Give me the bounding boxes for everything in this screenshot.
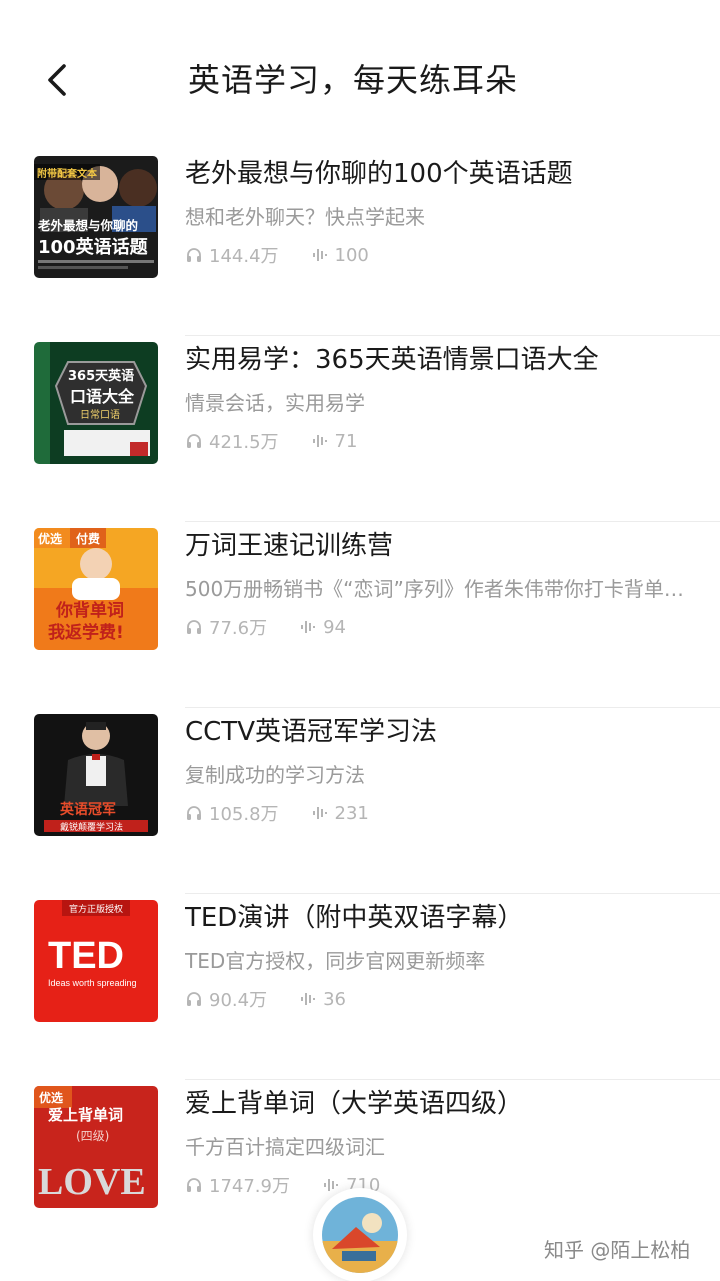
svg-text:LOVE: LOVE [38, 1161, 146, 1203]
audio-wave-icon [323, 1179, 338, 1191]
svg-text:口语大全: 口语大全 [70, 387, 135, 406]
item-title: 爱上背单词（大学英语四级） [185, 1089, 524, 1119]
svg-text:优选: 优选 [38, 531, 62, 546]
episode-count: 100 [334, 244, 369, 266]
chevron-left-icon [48, 64, 66, 96]
listen-count: 421.5万 [209, 432, 279, 453]
listen-count: 77.6万 [209, 618, 268, 639]
item-desc: TED官方授权，同步官网更新频率 [185, 949, 486, 973]
headphones-icon [187, 434, 201, 448]
list-item[interactable]: 官方正版授权 TED Ideas worth spreading TED演讲（附… [0, 894, 720, 1080]
audio-wave-icon [312, 435, 327, 447]
album-cover: 官方正版授权 TED Ideas worth spreading [34, 900, 158, 1022]
item-desc: 复制成功的学习方法 [185, 763, 365, 787]
item-desc: 500万册畅销书《“恋词”序列》作者朱伟带你打卡背单词，21天30… [185, 577, 690, 601]
headphones-icon [187, 248, 201, 262]
album-cover: 优选 爱上背单词 (四级) LOVE [34, 1086, 158, 1208]
headphones-icon [187, 992, 201, 1006]
svg-text:戴锐颠覆学习法: 戴锐颠覆学习法 [60, 821, 123, 833]
episode-count: 94 [323, 616, 346, 638]
back-button[interactable] [38, 58, 78, 102]
audio-wave-icon [301, 621, 316, 633]
audio-wave-icon [312, 807, 327, 819]
svg-text:你背单词: 你背单词 [55, 600, 124, 621]
svg-text:老外最想与你聊的: 老外最想与你聊的 [37, 218, 138, 233]
item-title: CCTV英语冠军学习法 [185, 717, 437, 747]
listen-count: 90.4万 [209, 990, 268, 1011]
episode-count: 71 [334, 430, 358, 452]
headphones-icon [187, 806, 201, 820]
list-item[interactable]: 优选 付费 你背单词 我返学费! 万词王速记训练营 500万册畅销书《“恋词”序… [0, 522, 720, 708]
album-cover: 英语冠军 戴锐颠覆学习法 [34, 714, 158, 836]
listen-count: 1747.9万 [209, 1176, 290, 1197]
svg-text:英语冠军: 英语冠军 [59, 801, 116, 818]
now-playing-button[interactable] [313, 1188, 407, 1281]
svg-text:官方正版授权: 官方正版授权 [69, 903, 123, 915]
svg-text:附带配套文本: 附带配套文本 [37, 167, 98, 180]
item-desc: 情景会话，实用易学 [185, 391, 365, 415]
album-cover: 附带配套文本 老外最想与你聊的 100英语话题 [34, 156, 158, 278]
page-title: 英语学习，每天练耳朵 [188, 61, 519, 99]
svg-text:日常口语: 日常口语 [80, 408, 120, 421]
svg-text:Ideas worth spreading: Ideas worth spreading [48, 978, 137, 988]
svg-text:付费: 付费 [76, 531, 100, 546]
svg-text:爱上背单词: 爱上背单词 [48, 1106, 123, 1124]
svg-text:优选: 优选 [39, 1090, 63, 1105]
episode-count: 231 [334, 802, 369, 824]
item-desc: 想和老外聊天？快点学起来 [185, 205, 425, 229]
headphones-icon [187, 620, 201, 634]
watermark: 知乎 @陌上松柏 [544, 1238, 691, 1262]
svg-text:100英语话题: 100英语话题 [38, 236, 149, 258]
svg-text:TED: TED [48, 935, 124, 977]
episode-count: 36 [323, 988, 346, 1010]
list-item[interactable]: 365天英语 口语大全 日常口语 实用易学：365天英语情景口语大全 情景会话，… [0, 336, 720, 522]
header-bar: 英语学习，每天练耳朵 [0, 0, 720, 130]
album-cover: 优选 付费 你背单词 我返学费! [34, 528, 158, 650]
list-item[interactable]: 附带配套文本 老外最想与你聊的 100英语话题 老外最想与你聊的100个英语话题… [0, 150, 720, 336]
svg-text:(四级): (四级) [76, 1129, 109, 1143]
item-title: 老外最想与你聊的100个英语话题 [185, 159, 573, 189]
audio-wave-icon [301, 993, 316, 1005]
audio-wave-icon [312, 249, 327, 261]
listen-count: 105.8万 [209, 804, 279, 825]
svg-text:365天英语: 365天英语 [68, 368, 134, 384]
list-item[interactable]: 英语冠军 戴锐颠覆学习法 CCTV英语冠军学习法 复制成功的学习方法 105.8… [0, 708, 720, 894]
item-title: TED演讲（附中英双语字幕） [185, 903, 524, 933]
listen-count: 144.4万 [209, 246, 279, 267]
item-title: 实用易学：365天英语情景口语大全 [185, 345, 599, 375]
svg-text:我返学费!: 我返学费! [48, 622, 124, 643]
item-desc: 千方百计搞定四级词汇 [185, 1135, 385, 1159]
headphones-icon [187, 1178, 201, 1192]
now-playing-cover [322, 1197, 398, 1273]
item-title: 万词王速记训练营 [185, 531, 394, 561]
album-cover: 365天英语 口语大全 日常口语 [34, 342, 158, 464]
